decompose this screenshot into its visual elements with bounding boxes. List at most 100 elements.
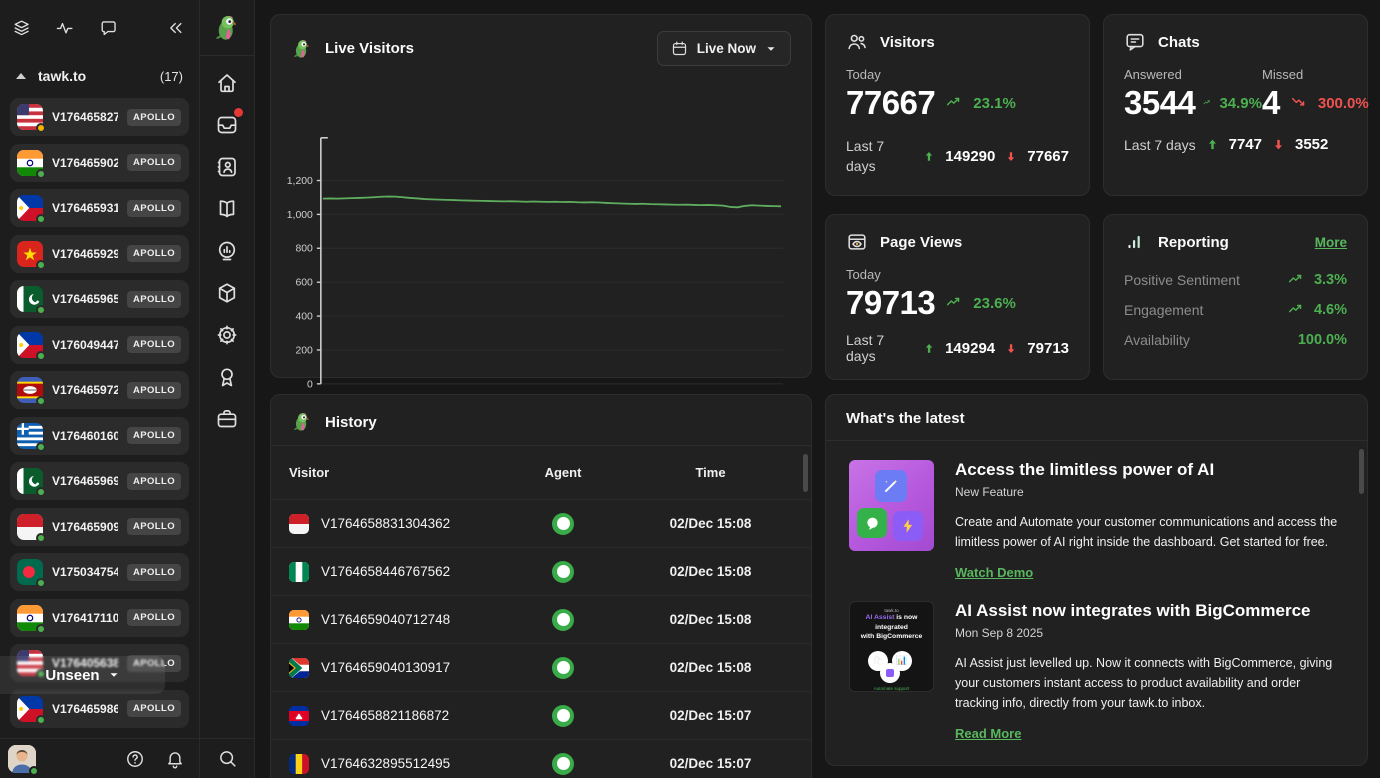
arrow-up-icon xyxy=(923,341,935,356)
visitor-list-item[interactable]: V176465902... APOLLO xyxy=(10,144,189,182)
status-dot xyxy=(36,578,46,588)
history-visitor-id: V1764659040712748 xyxy=(321,612,450,627)
history-row[interactable]: V176465904013091702/Dec 15:08 xyxy=(271,643,811,691)
nav-icons xyxy=(215,56,239,429)
pv-last7-up: 149294 xyxy=(945,340,995,357)
history-scrollbar[interactable] xyxy=(803,454,808,492)
today-label: Today xyxy=(846,67,1069,82)
award-nav-icon[interactable] xyxy=(215,365,239,387)
property-logo-parrot[interactable] xyxy=(200,0,254,56)
visitors-last7-up: 149290 xyxy=(945,148,995,165)
apollo-badge: APOLLO xyxy=(127,154,181,171)
visitor-list-item[interactable]: V176465986...APOLLO xyxy=(10,690,189,728)
unseen-filter-button[interactable]: Unseen xyxy=(0,656,165,694)
latest-scrollbar[interactable] xyxy=(1359,449,1364,494)
visitor-list-item[interactable]: V175034754...APOLLO xyxy=(10,553,189,591)
visitor-list-item[interactable]: V176417110...APOLLO xyxy=(10,599,189,637)
reporting-title: Reporting xyxy=(1158,234,1229,251)
monitoring-nav-icon[interactable] xyxy=(215,239,239,261)
status-dot xyxy=(36,214,46,224)
apollo-badge: APOLLO xyxy=(127,245,181,262)
visitor-list-item[interactable]: V176465931...APOLLO xyxy=(10,189,189,227)
contacts-nav-icon[interactable] xyxy=(215,155,239,177)
status-dot xyxy=(36,396,46,406)
visitor-list-item[interactable]: V176465827... APOLLO xyxy=(10,98,189,136)
history-time: 02/Dec 15:08 xyxy=(628,660,793,675)
collapse-icon[interactable] xyxy=(166,17,185,39)
history-row[interactable]: V176465844676756202/Dec 15:08 xyxy=(271,547,811,595)
visitor-id: V176460160... xyxy=(52,429,118,443)
visitors-change: 23.1% xyxy=(973,95,1016,112)
visitors-today-value: 77667 xyxy=(846,84,935,122)
visitor-list-item[interactable]: V176465969...APOLLO xyxy=(10,462,189,500)
inbox-nav-icon[interactable] xyxy=(215,113,239,135)
flag-in-icon xyxy=(17,150,43,176)
help-icon[interactable] xyxy=(125,749,145,769)
history-visitor-id: V1764632895512495 xyxy=(321,756,450,771)
history-visitor-id: V1764658821186872 xyxy=(321,708,449,723)
reporting-card: Reporting More Positive Sentiment3.3%Eng… xyxy=(1103,214,1368,380)
gear-nav-icon[interactable] xyxy=(215,323,239,345)
flag-id-icon xyxy=(17,514,43,540)
bell-icon[interactable] xyxy=(165,749,185,769)
visitor-list-item[interactable]: V176460160...APOLLO xyxy=(10,417,189,455)
bar-chart-icon xyxy=(1124,231,1146,253)
agent-avatar xyxy=(552,513,574,535)
trend-up-icon xyxy=(1203,95,1211,111)
book-nav-icon[interactable] xyxy=(215,197,239,219)
answered-label: Answered xyxy=(1124,67,1262,82)
user-avatar[interactable] xyxy=(8,745,36,773)
news-body: AI Assist just levelled up. Now it conne… xyxy=(955,653,1347,713)
news-link[interactable]: Watch Demo xyxy=(955,565,1033,580)
property-header[interactable]: tawk.to (17) xyxy=(0,56,199,96)
svg-text:600: 600 xyxy=(295,278,313,289)
time-range-dropdown[interactable]: Live Now xyxy=(657,31,791,66)
svg-text:0: 0 xyxy=(307,379,313,390)
visitor-id: V176465965... xyxy=(52,292,118,306)
history-row[interactable]: V176465883130436202/Dec 15:08 xyxy=(271,499,811,547)
tawk-dashboard: tawk.to (17) V176465827...APOLLOV1764659… xyxy=(0,0,1380,778)
last7-label: Last 7 days xyxy=(1124,137,1196,153)
briefcase-nav-icon[interactable] xyxy=(215,407,239,429)
main-nav-rail xyxy=(200,0,255,778)
visitor-id: V176465931... xyxy=(52,201,118,215)
bigcommerce-thumbnail: tawk.toAI Assist is now integratedwith B… xyxy=(849,601,934,692)
history-row[interactable]: V176463289551249502/Dec 15:07 xyxy=(271,739,811,778)
answered-change: 34.9% xyxy=(1219,95,1262,112)
visitor-id: V176049447... xyxy=(52,338,118,352)
apollo-badge: APOLLO xyxy=(127,609,181,626)
chat-icon xyxy=(857,508,887,538)
visitor-id: V176465827... xyxy=(52,110,118,124)
layers-icon[interactable] xyxy=(12,17,31,39)
reporting-more-link[interactable]: More xyxy=(1315,235,1347,250)
visitor-id: V176465902... xyxy=(52,156,118,170)
agent-avatar xyxy=(552,705,574,727)
visitor-list-item[interactable]: V176465909...APOLLO xyxy=(10,508,189,546)
search-button[interactable] xyxy=(200,738,254,778)
visitor-list-item[interactable]: V176465972...APOLLO xyxy=(10,371,189,409)
svg-text:800: 800 xyxy=(295,244,313,255)
apollo-badge: APOLLO xyxy=(127,109,181,126)
trend-up-icon xyxy=(943,95,965,111)
agent-avatar xyxy=(552,561,574,583)
apollo-badge: APOLLO xyxy=(127,382,181,399)
page-views-title: Page Views xyxy=(880,234,962,251)
reporting-rows: Positive Sentiment3.3%Engagement4.6%Avai… xyxy=(1104,265,1367,355)
answered-value: 3544 xyxy=(1124,84,1195,122)
home-nav-icon[interactable] xyxy=(215,71,239,93)
activity-icon[interactable] xyxy=(55,17,74,39)
visitor-list-item[interactable]: V176465929...APOLLO xyxy=(10,235,189,273)
cube-nav-icon[interactable] xyxy=(215,281,239,303)
news-link[interactable]: Read More xyxy=(955,726,1021,741)
chat-icon[interactable] xyxy=(99,17,118,39)
history-row[interactable]: V176465904071274802/Dec 15:08 xyxy=(271,595,811,643)
flag-sz-icon xyxy=(17,377,43,403)
today-label: Today xyxy=(846,267,1069,282)
visitor-list-item[interactable]: V176049447...APOLLO xyxy=(10,326,189,364)
reporting-metric-label: Availability xyxy=(1124,332,1190,348)
trend-down-icon xyxy=(1288,95,1310,111)
history-row[interactable]: V176465882118687202/Dec 15:07 xyxy=(271,691,811,739)
visitor-list-item[interactable]: V176465965...APOLLO xyxy=(10,280,189,318)
flag-ng-icon xyxy=(289,562,309,582)
svg-text:1,000: 1,000 xyxy=(287,210,313,221)
